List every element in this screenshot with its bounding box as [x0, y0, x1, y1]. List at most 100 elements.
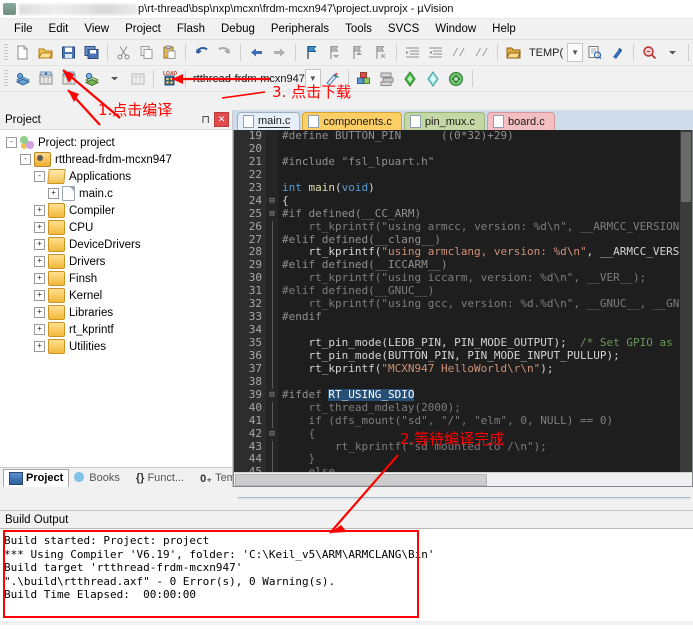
tree-item-libraries[interactable]: + Libraries: [6, 304, 232, 321]
toolbar-grip[interactable]: [4, 44, 8, 61]
expand-toggle-icon[interactable]: +: [34, 205, 45, 216]
menu-help[interactable]: Help: [484, 21, 524, 37]
menu-window[interactable]: Window: [427, 21, 484, 37]
code-line[interactable]: 34: [234, 323, 680, 338]
manage-run-time-env-icon[interactable]: [445, 67, 468, 90]
code-line[interactable]: 21 #include "fsl_lpuart.h": [234, 155, 680, 169]
code-line[interactable]: 30 rt_kprintf("using iccarm, version: %d…: [234, 271, 680, 286]
indent-icon[interactable]: [401, 41, 424, 64]
editor-horizontal-scrollbar[interactable]: [234, 472, 692, 486]
horizontal-splitter[interactable]: [238, 497, 690, 500]
comment-icon[interactable]: //≡: [447, 41, 470, 64]
batch-build-caret-icon[interactable]: [103, 67, 126, 90]
find-in-files-icon[interactable]: [583, 41, 606, 64]
translate-icon[interactable]: [11, 67, 34, 90]
scrollbar-thumb[interactable]: [235, 474, 487, 486]
pin-icon[interactable]: ⊓: [197, 113, 214, 126]
tree-item-compiler[interactable]: + Compiler: [6, 202, 232, 219]
code-line[interactable]: 43 rt_kprintf("sd mounted to /\n");: [234, 440, 680, 454]
code-line[interactable]: 38: [234, 375, 680, 389]
code-line[interactable]: 35 rt_pin_mode(LEDB_PIN, PIN_MODE_OUTPUT…: [234, 336, 680, 350]
code-line[interactable]: 23 int main(void): [234, 181, 680, 195]
tree-item-drivers[interactable]: + Drivers: [6, 253, 232, 270]
tab-books[interactable]: Books: [69, 469, 125, 486]
tree-item-devicedrivers[interactable]: + DeviceDrivers: [6, 236, 232, 253]
menu-file[interactable]: File: [6, 21, 41, 37]
chevron-down-icon[interactable]: ▼: [304, 69, 321, 88]
project-tree[interactable]: - Project: project - rtthread-frdm-mcxn947-…: [0, 130, 232, 467]
bookmark-next-icon[interactable]: [346, 41, 369, 64]
code-line[interactable]: 40 rt_thread_mdelay(2000);: [234, 401, 680, 415]
stop-build-icon[interactable]: [126, 67, 149, 90]
build-output-text[interactable]: Build started: Project: project *** Usin…: [0, 528, 693, 631]
code-line[interactable]: 27 #elif defined(__clang__): [234, 233, 680, 247]
save-all-icon[interactable]: [80, 41, 103, 64]
navigate-back-icon[interactable]: [245, 41, 268, 64]
tree-item-rtthread-frdm-mcxn947[interactable]: - rtthread-frdm-mcxn947: [6, 151, 232, 168]
expand-toggle-icon[interactable]: +: [34, 273, 45, 284]
uncomment-icon[interactable]: //≢: [470, 41, 493, 64]
paste-icon[interactable]: [158, 41, 181, 64]
chevron-down-icon[interactable]: ▼: [567, 43, 583, 62]
toolbar-grip[interactable]: [4, 70, 8, 87]
tree-item-project-project[interactable]: - Project: project: [6, 134, 232, 151]
code-line[interactable]: 39 ⊟ #ifdef RT_USING_SDIO: [234, 388, 680, 402]
search-magnifier-icon[interactable]: [638, 41, 661, 64]
batch-build-icon[interactable]: [80, 67, 103, 90]
menu-debug[interactable]: Debug: [213, 21, 263, 37]
expand-toggle-icon[interactable]: +: [48, 188, 59, 199]
code-line[interactable]: 24 ⊟ {: [234, 194, 680, 208]
tree-item-finsh[interactable]: + Finsh: [6, 270, 232, 287]
cut-icon[interactable]: [112, 41, 135, 64]
editor-tab-pin-mux-c[interactable]: pin_mux.c: [403, 112, 486, 130]
expand-toggle-icon[interactable]: +: [34, 239, 45, 250]
code-line[interactable]: 28 rt_kprintf("using armclang, version: …: [234, 245, 680, 260]
code-line[interactable]: 42 ⊟ {: [234, 427, 680, 441]
scrollbar-thumb[interactable]: [681, 132, 691, 202]
dropdown-arrow-icon[interactable]: [661, 41, 684, 64]
code-line[interactable]: 41 if (dfs_mount("sd", "/", "elm", 0, NU…: [234, 414, 680, 428]
menu-tools[interactable]: Tools: [337, 21, 380, 37]
tree-item-applications[interactable]: - Applications: [6, 168, 232, 185]
code-line[interactable]: 25 ⊟ #if defined(__CC_ARM): [234, 207, 680, 221]
tree-item-rt-kprintf[interactable]: + rt_kprintf: [6, 321, 232, 338]
tab-project[interactable]: Project: [3, 468, 70, 487]
menu-project[interactable]: Project: [117, 21, 169, 37]
save-icon[interactable]: [57, 41, 80, 64]
new-file-icon[interactable]: [11, 41, 34, 64]
code-line[interactable]: 33 #endif: [234, 310, 680, 325]
code-line[interactable]: 19 #define BUTTON_PIN ((0*32)+29): [234, 130, 680, 143]
code-line[interactable]: 29 #elif defined(__ICCARM__): [234, 258, 680, 273]
open-file-icon[interactable]: [34, 41, 57, 64]
download-icon[interactable]: LOAD: [158, 67, 181, 90]
fold-collapse-icon[interactable]: ⊟: [266, 388, 278, 402]
bookmark-icon[interactable]: [606, 41, 629, 64]
expand-toggle-icon[interactable]: +: [34, 307, 45, 318]
collapse-toggle-icon[interactable]: -: [20, 154, 31, 165]
outdent-icon[interactable]: [424, 41, 447, 64]
open-folder-icon[interactable]: [502, 41, 525, 64]
bookmark-clear-icon[interactable]: [369, 41, 392, 64]
tab-functions[interactable]: {} Funct...: [131, 469, 189, 486]
menu-peripherals[interactable]: Peripherals: [263, 21, 337, 37]
collapse-toggle-icon[interactable]: -: [6, 137, 17, 148]
target-options-icon[interactable]: [321, 67, 344, 90]
collapse-toggle-icon[interactable]: -: [34, 171, 45, 182]
expand-toggle-icon[interactable]: +: [34, 256, 45, 267]
configuration-wizard-icon[interactable]: [399, 67, 422, 90]
code-line[interactable]: 31 #elif defined(__GNUC__): [234, 284, 680, 299]
fold-collapse-icon[interactable]: ⊟: [266, 427, 278, 441]
menu-edit[interactable]: Edit: [41, 21, 77, 37]
code-lines[interactable]: 19 #define BUTTON_PIN ((0*32)+29) 20 21 #in…: [234, 130, 680, 473]
expand-toggle-icon[interactable]: +: [34, 341, 45, 352]
code-line[interactable]: 26 rt_kprintf("using armcc, version: %d\…: [234, 220, 680, 234]
tree-item-cpu[interactable]: + CPU: [6, 219, 232, 236]
menu-svcs[interactable]: SVCS: [380, 21, 427, 37]
fold-collapse-icon[interactable]: ⊟: [266, 207, 278, 221]
redo-icon[interactable]: [213, 41, 236, 64]
target-select[interactable]: rtthread-frdm-mcxn947: [190, 70, 305, 87]
multi-project-icon[interactable]: [376, 67, 399, 90]
editor-tab-main-c[interactable]: main.c: [237, 112, 301, 130]
find-input[interactable]: TEMP(: [525, 47, 567, 59]
navigate-forward-icon[interactable]: [268, 41, 291, 64]
